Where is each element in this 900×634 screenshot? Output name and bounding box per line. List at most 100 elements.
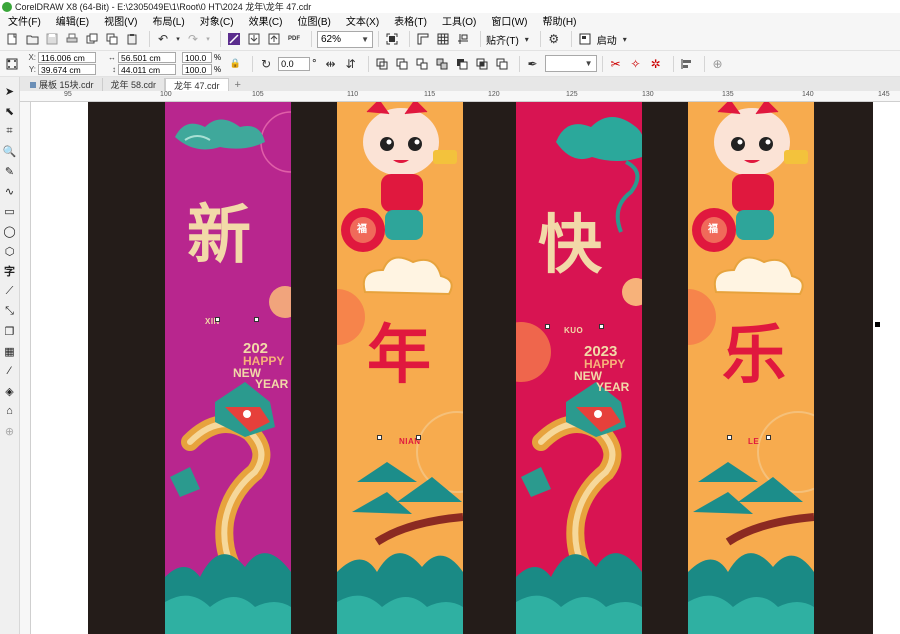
tab-document-3[interactable]: 龙年 47.cdr [165,78,229,91]
zoom-level-combo[interactable]: 62% ▼ [317,30,373,48]
shape-tool-icon[interactable]: ⬉ [2,103,18,119]
tab-document-2[interactable]: 龙年 58.cdr [103,78,166,91]
freehand-tool-icon[interactable]: ✎ [2,163,18,179]
menu-layout[interactable]: 布局(L) [152,13,184,28]
break-apart-icon[interactable]: ✂ [608,56,624,72]
save-icon[interactable] [44,31,60,47]
text-tool-icon[interactable]: 字 [2,263,18,279]
parallel-dimension-icon[interactable]: ⟋ [2,283,18,299]
menu-window[interactable]: 窗口(W) [491,13,527,28]
eyedropper-tool-icon[interactable]: ⁄ [2,363,18,379]
polygon-tool-icon[interactable]: ⬡ [2,243,18,259]
connector-tool-icon[interactable]: ⤡ [2,303,18,319]
weld-icon[interactable] [434,56,450,72]
height-field[interactable]: 44.011 cm [118,64,176,75]
redo-dropdown-icon[interactable]: ▾ [205,31,211,47]
selection-handle[interactable] [377,435,382,440]
menu-help[interactable]: 帮助(H) [543,13,577,28]
selection-handle[interactable] [254,317,259,322]
import-icon[interactable] [246,31,262,47]
corel-connect-icon[interactable] [226,31,242,47]
ellipse-tool-icon[interactable]: ◯ [2,223,18,239]
tab-document-1[interactable]: 展板 15块.cdr [22,78,103,91]
undo-icon[interactable]: ↶ [155,31,171,47]
pick-tool-icon[interactable]: ➤ [2,83,18,99]
smart-fill-icon[interactable]: ⌂ [2,403,18,419]
chevron-down-icon[interactable]: ▾ [621,31,629,47]
group-icon[interactable] [394,56,410,72]
mirror-horizontal-icon[interactable]: ⇹ [323,56,339,72]
menu-effects[interactable]: 效果(C) [249,13,283,28]
fullscreen-icon[interactable] [384,31,400,47]
artistic-media-icon[interactable]: ∿ [2,183,18,199]
redo-icon[interactable]: ↷ [185,31,201,47]
menu-view[interactable]: 视图(V) [104,13,137,28]
add-tab-icon[interactable]: + [229,79,247,91]
scale-width-field[interactable]: 100.0 [182,52,212,63]
menu-table[interactable]: 表格(T) [394,13,427,28]
menu-file[interactable]: 文件(F) [8,13,41,28]
menu-object[interactable]: 对象(C) [200,13,234,28]
menu-text[interactable]: 文本(X) [346,13,379,28]
menu-tools[interactable]: 工具(O) [442,13,476,28]
menu-edit[interactable]: 编辑(E) [56,13,89,28]
banner-le[interactable]: 乐 LE 福 [688,102,814,634]
combine-icon[interactable] [374,56,390,72]
zoom-tool-icon[interactable]: 🔍 [2,143,18,159]
chevron-down-icon[interactable]: ▾ [523,31,531,47]
drop-shadow-icon[interactable]: ❐ [2,323,18,339]
selection-handle[interactable] [875,322,880,327]
selection-handle[interactable] [215,317,220,322]
print-icon[interactable] [64,31,80,47]
pen-outline-icon[interactable]: ✒ [525,56,541,72]
object-origin-icon[interactable] [4,56,20,72]
snap-to-menu[interactable]: 贴齐(T) [486,32,519,47]
clear-envelope-icon[interactable]: ✲ [648,56,664,72]
x-position-field[interactable]: 116.006 cm [38,52,96,63]
launch-icon[interactable] [577,31,593,47]
selection-handle[interactable] [599,324,604,329]
cut-icon[interactable] [84,31,100,47]
lock-ratio-icon[interactable]: 🔒 [227,56,243,72]
scale-height-field[interactable]: 100.0 [182,64,212,75]
paste-icon[interactable] [124,31,140,47]
copy-icon[interactable] [104,31,120,47]
ungroup-icon[interactable] [414,56,430,72]
convert-curve-icon[interactable]: ✧ [628,56,644,72]
drawing-canvas[interactable]: 新 XIN 202 HAPPY NEW YEAR 年 NIAN 福 快 KUO … [31,102,900,634]
crop-tool-icon[interactable]: ⌗ [2,123,18,139]
trim-icon[interactable] [454,56,470,72]
intersect-icon[interactable] [474,56,490,72]
guidelines-icon[interactable] [455,31,471,47]
rotation-field[interactable]: 0.0 [278,56,311,71]
rectangle-tool-icon[interactable]: ▭ [2,203,18,219]
vertical-ruler[interactable] [20,102,31,634]
new-icon[interactable] [4,31,20,47]
pdf-icon[interactable]: PDF [286,31,302,47]
add-tool-icon[interactable]: ⊕ [2,423,18,439]
selection-handle[interactable] [766,435,771,440]
interactive-fill-icon[interactable]: ◈ [2,383,18,399]
export-icon[interactable] [266,31,282,47]
horizontal-ruler[interactable]: 95 100 105 110 115 120 125 130 135 140 1… [20,91,900,102]
simplify-icon[interactable] [494,56,510,72]
menu-bitmaps[interactable]: 位图(B) [297,13,330,28]
settings-icon[interactable]: ⚙ [546,31,562,47]
selection-handle[interactable] [545,324,550,329]
mirror-vertical-icon[interactable]: ⇵ [343,56,359,72]
selection-handle[interactable] [416,435,421,440]
selection-handle[interactable] [727,435,732,440]
banner-xin[interactable]: 新 XIN 202 HAPPY NEW YEAR [165,102,291,634]
undo-dropdown-icon[interactable]: ▾ [175,31,181,47]
add-icon[interactable]: ⊕ [710,56,726,72]
transparency-tool-icon[interactable]: ▦ [2,343,18,359]
align-distribute-icon[interactable] [679,56,695,72]
y-position-field[interactable]: 39.674 cm [38,64,96,75]
banner-nian[interactable]: 年 NIAN 福 [337,102,463,634]
outline-width-combo[interactable]: ▼ [544,55,597,72]
width-field[interactable]: 56.501 cm [118,52,176,63]
launch-menu[interactable]: 启动 [597,32,617,47]
open-icon[interactable] [24,31,40,47]
rulers-icon[interactable] [415,31,431,47]
grid-icon[interactable] [435,31,451,47]
